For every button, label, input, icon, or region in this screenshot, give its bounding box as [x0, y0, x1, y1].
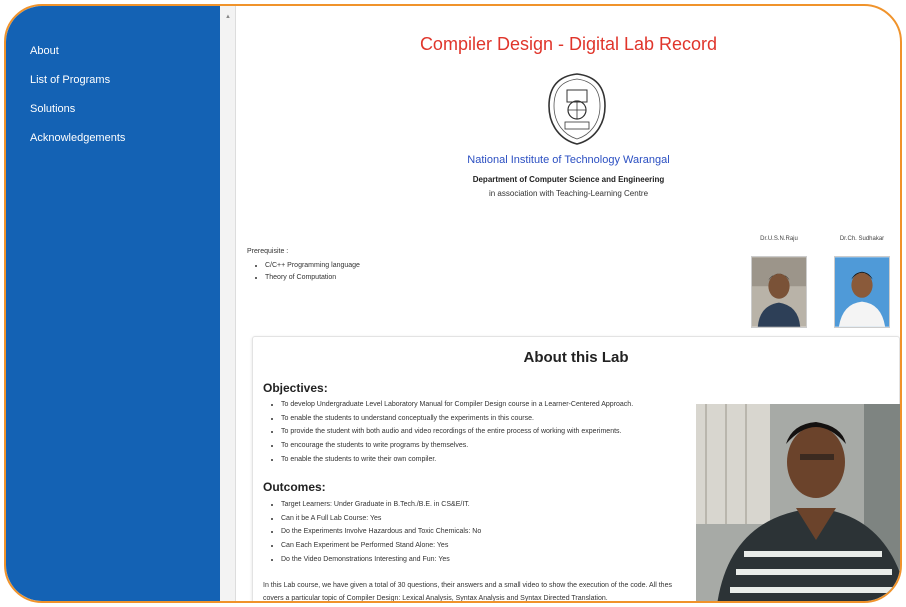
institute-logo-icon [548, 73, 606, 145]
list-item: C/C++ Programming language [265, 262, 360, 274]
sidebar-item-acknowledgements[interactable]: Acknowledgements [6, 131, 220, 160]
sidebar-item-about[interactable]: About [6, 44, 220, 73]
closing-line: covers a particular topic of Compiler De… [263, 595, 608, 602]
prerequisite-list: C/C++ Programming language Theory of Com… [259, 262, 360, 286]
objectives-list: To develop Undergraduate Level Laborator… [275, 401, 633, 469]
objectives-heading: Objectives: [263, 381, 328, 395]
faculty-name: Dr.Ch. Sudhakar [839, 236, 885, 242]
faculty-card-sudhakar: Dr.Ch. Sudhakar [831, 236, 893, 328]
faculty-photo [751, 256, 807, 328]
list-item: Can it be A Full Lab Course: Yes [281, 515, 481, 529]
list-item: Target Learners: Under Graduate in B.Tec… [281, 501, 481, 515]
list-item: Do the Experiments Involve Hazardous and… [281, 528, 481, 542]
list-item: To develop Undergraduate Level Laborator… [281, 401, 633, 415]
association-text: in association with Teaching-Learning Ce… [488, 189, 649, 198]
faculty-name: Dr.U.S.N.Raju [760, 236, 798, 242]
outcomes-heading: Outcomes: [263, 480, 326, 494]
sidebar-scrollbar[interactable]: ▲ [220, 6, 236, 601]
prerequisite-label: Prerequisite : [247, 248, 289, 255]
list-item: Do the Video Demonstrations Interesting … [281, 556, 481, 570]
window-frame: About List of Programs Solutions Acknowl… [4, 4, 902, 603]
list-item: To encourage the students to write progr… [281, 442, 633, 456]
institute-name: National Institute of Technology Waranga… [467, 154, 670, 166]
department-name: Department of Computer Science and Engin… [472, 175, 665, 184]
list-item: To enable the students to write their ow… [281, 456, 633, 470]
sidebar-item-solutions[interactable]: Solutions [6, 102, 220, 131]
outcomes-list: Target Learners: Under Graduate in B.Tec… [275, 501, 481, 569]
closing-line: In this Lab course, we have given a tota… [263, 582, 672, 589]
list-item: Can Each Experiment be Performed Stand A… [281, 542, 481, 556]
scroll-up-icon[interactable]: ▲ [225, 14, 231, 20]
faculty-photo [834, 256, 890, 328]
faculty-card-raju: Dr.U.S.N.Raju [748, 236, 810, 328]
list-item: Theory of Computation [265, 274, 360, 286]
about-lab-heading: About this Lab [523, 349, 629, 366]
page-title: Compiler Design - Digital Lab Record [419, 34, 718, 54]
list-item: To provide the student with both audio a… [281, 428, 633, 442]
sidebar-item-list-of-programs[interactable]: List of Programs [6, 73, 220, 102]
list-item: To enable the students to understand con… [281, 415, 633, 429]
closing-paragraph: In this Lab course, we have given a tota… [263, 579, 723, 602]
presenter-video-overlay[interactable] [696, 404, 902, 603]
sidebar: About List of Programs Solutions Acknowl… [6, 6, 220, 601]
